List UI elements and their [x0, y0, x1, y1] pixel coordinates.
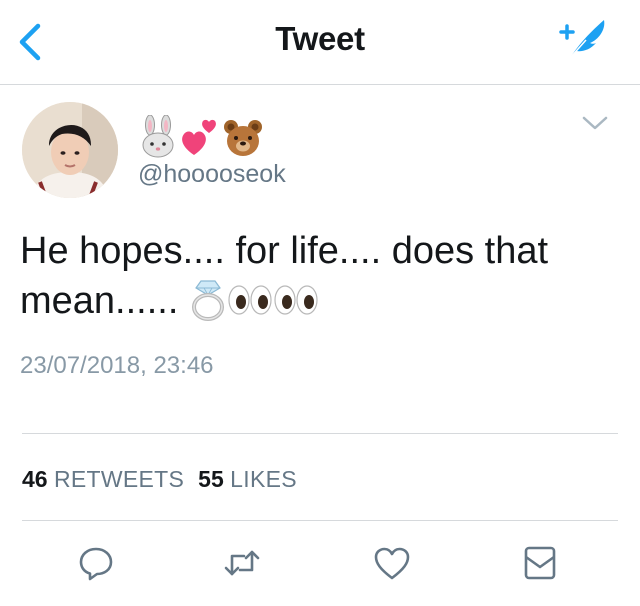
- tweet-options-button[interactable]: [580, 112, 610, 134]
- tweet-text-line-1: He hopes.... for life.... does that: [20, 230, 549, 272]
- tweet-text: He hopes.... for life.... does that mean…: [20, 226, 620, 326]
- divider: [22, 520, 618, 521]
- tweet-text-line-2-words: mean......: [20, 280, 179, 322]
- likes-stat[interactable]: 55 LIKES: [198, 466, 297, 492]
- two-hearts-emoji: [182, 119, 216, 155]
- tweet-stats: 46 RETWEETS 55 LIKES: [22, 466, 297, 493]
- retweet-icon: [224, 550, 260, 576]
- reply-button[interactable]: [76, 543, 116, 583]
- direct-message-button[interactable]: [520, 543, 560, 583]
- rabbit-face-emoji: [142, 115, 174, 158]
- like-heart-icon: [374, 547, 410, 580]
- direct-message-icon: [524, 546, 556, 580]
- bear-face-emoji: [224, 120, 262, 156]
- navigation-bar: Tweet: [0, 0, 640, 85]
- compose-feather-icon: [559, 20, 605, 59]
- likes-label: LIKES: [230, 466, 297, 492]
- page-title: Tweet: [275, 20, 365, 57]
- profile-photo: [22, 102, 118, 198]
- compose-tweet-button[interactable]: [556, 16, 610, 60]
- reply-icon: [79, 547, 113, 581]
- avatar[interactable]: [22, 102, 118, 198]
- divider: [22, 433, 618, 434]
- retweets-count: 46: [22, 466, 48, 492]
- retweets-label: RETWEETS: [53, 466, 185, 492]
- author-handle[interactable]: @hooooseok: [138, 160, 286, 189]
- retweets-stat[interactable]: 46 RETWEETS: [22, 466, 184, 492]
- eyes-emoji: [228, 285, 272, 315]
- eyes-emoji: [274, 285, 318, 315]
- like-button[interactable]: [372, 543, 412, 583]
- tweet-timestamp: 23/07/2018, 23:46: [20, 352, 214, 379]
- likes-count: 55: [198, 466, 224, 492]
- chevron-down-icon: [582, 116, 608, 130]
- retweet-button[interactable]: [222, 543, 262, 583]
- display-name-emojis: [138, 115, 268, 159]
- tweet-text-line-2: mean......: [20, 276, 620, 326]
- ring-emoji: [191, 280, 224, 321]
